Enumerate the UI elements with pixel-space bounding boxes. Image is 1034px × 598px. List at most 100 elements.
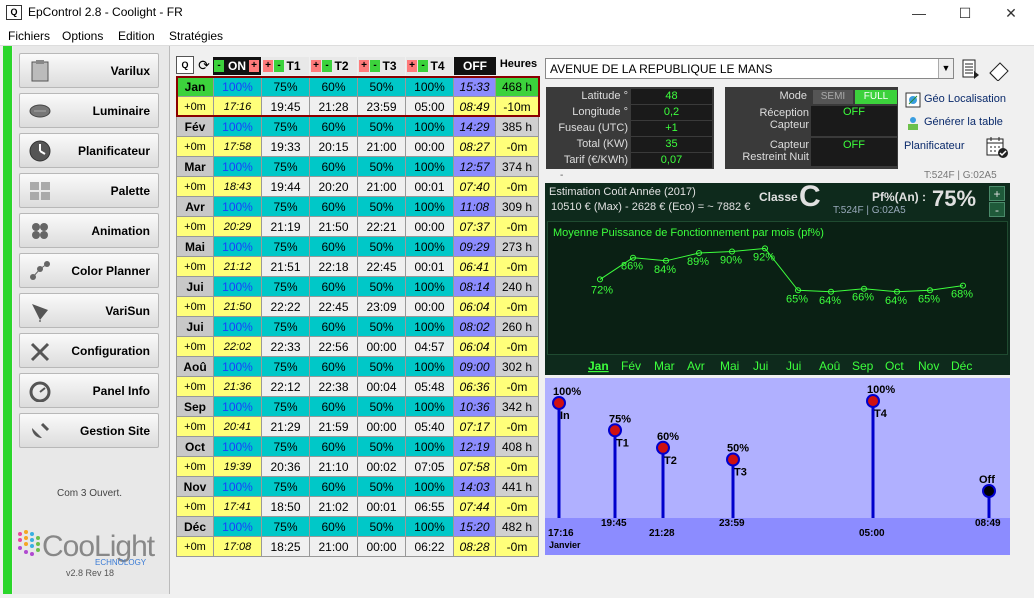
chevron-down-icon[interactable]: ▼ xyxy=(938,59,953,78)
t2-time[interactable]: 22:45 xyxy=(309,296,358,317)
off-duration[interactable]: 09:29 xyxy=(453,236,496,257)
table-icon[interactable]: Q xyxy=(176,56,194,74)
t1-time[interactable]: 22:12 xyxy=(261,376,310,397)
t1-minus-button[interactable]: - xyxy=(274,60,284,72)
t1-pct[interactable]: 75% xyxy=(261,236,310,257)
on-time[interactable]: 20:41 xyxy=(213,416,262,437)
t2-time[interactable]: 22:38 xyxy=(309,376,358,397)
t1-time[interactable]: 18:25 xyxy=(261,536,310,557)
t4-time[interactable]: 07:05 xyxy=(405,456,454,477)
menu-strategies[interactable]: Stratégies xyxy=(169,29,223,43)
t1-plus-button[interactable]: + xyxy=(263,60,273,72)
pf-month-tick[interactable]: Mai xyxy=(720,359,739,373)
t4-pct[interactable]: 100% xyxy=(405,156,454,177)
t2-time[interactable]: 21:10 xyxy=(309,456,358,477)
off-duration[interactable]: 08:02 xyxy=(453,316,496,337)
off-time[interactable]: 08:27 xyxy=(453,136,496,157)
on-time[interactable]: 21:50 xyxy=(213,296,262,317)
address-field[interactable]: AVENUE DE LA REPUBLIQUE LE MANS xyxy=(545,58,954,79)
off-time[interactable]: 08:28 xyxy=(453,536,496,557)
t2-pct[interactable]: 60% xyxy=(309,76,358,97)
t4-pct[interactable]: 100% xyxy=(405,476,454,497)
geo-location-link[interactable]: Géo Localisation xyxy=(924,93,1006,105)
off-time[interactable]: 07:44 xyxy=(453,496,496,517)
t3-time[interactable]: 00:02 xyxy=(357,456,406,477)
t1-time[interactable]: 19:45 xyxy=(261,96,310,117)
t2-pct[interactable]: 60% xyxy=(309,356,358,377)
offset-value[interactable]: +0m xyxy=(176,416,214,437)
off-duration[interactable]: 10:36 xyxy=(453,396,496,417)
pf-month-tick[interactable]: Nov xyxy=(918,359,939,373)
t3-plus-button[interactable]: + xyxy=(359,60,369,72)
timeline-point[interactable] xyxy=(656,440,670,455)
pf-month-tick[interactable]: Sep xyxy=(852,359,874,373)
hours-offset[interactable]: -0m xyxy=(495,376,539,397)
planificateur-link[interactable]: Planificateur xyxy=(904,140,965,152)
t3-pct[interactable]: 50% xyxy=(357,476,406,497)
t1-pct[interactable]: 75% xyxy=(261,116,310,137)
t2-pct[interactable]: 60% xyxy=(309,316,358,337)
t2-time[interactable]: 21:59 xyxy=(309,416,358,437)
t1-time[interactable]: 19:33 xyxy=(261,136,310,157)
t4-time[interactable]: 06:22 xyxy=(405,536,454,557)
t2-time[interactable]: 21:02 xyxy=(309,496,358,517)
t4-pct[interactable]: 100% xyxy=(405,236,454,257)
on-time[interactable]: 17:08 xyxy=(213,536,262,557)
t3-time[interactable]: 22:45 xyxy=(357,256,406,277)
t2-minus-button[interactable]: - xyxy=(322,60,332,72)
off-time[interactable]: 07:37 xyxy=(453,216,496,237)
pf-month-tick[interactable]: Oct xyxy=(885,359,904,373)
pf-month-tick[interactable]: Avr xyxy=(687,359,705,373)
offset-value[interactable]: +0m xyxy=(176,336,214,357)
off-time[interactable]: 06:36 xyxy=(453,376,496,397)
on-time[interactable]: 17:16 xyxy=(213,96,262,117)
t3-pct[interactable]: 50% xyxy=(357,236,406,257)
t4-time[interactable]: 00:00 xyxy=(405,296,454,317)
on-time[interactable]: 17:41 xyxy=(213,496,262,517)
timeline-point[interactable] xyxy=(608,423,622,438)
geo-value[interactable]: 0,07 xyxy=(631,153,712,168)
t4-pct[interactable]: 100% xyxy=(405,436,454,457)
t4-time[interactable]: 06:55 xyxy=(405,496,454,517)
geo-value[interactable]: +1 xyxy=(631,121,712,136)
t2-pct[interactable]: 60% xyxy=(309,516,358,537)
t2-time[interactable]: 22:18 xyxy=(309,256,358,277)
on-pct[interactable]: 100% xyxy=(213,396,262,417)
offset-value[interactable]: +0m xyxy=(176,296,214,317)
t1-pct[interactable]: 75% xyxy=(261,436,310,457)
on-time[interactable]: 21:12 xyxy=(213,256,262,277)
on-pct[interactable]: 100% xyxy=(213,476,262,497)
nav-varisun-button[interactable]: VariSun xyxy=(19,293,159,328)
t1-pct[interactable]: 75% xyxy=(261,396,310,417)
t1-pct[interactable]: 75% xyxy=(261,276,310,297)
pf-month-tick[interactable]: Mar xyxy=(654,359,675,373)
timeline-point[interactable] xyxy=(726,452,740,467)
off-time[interactable]: 08:49 xyxy=(453,96,496,117)
t3-pct[interactable]: 50% xyxy=(357,316,406,337)
offset-value[interactable]: +0m xyxy=(176,136,214,157)
t4-pct[interactable]: 100% xyxy=(405,196,454,217)
nav-configuration-button[interactable]: Configuration xyxy=(19,333,159,368)
pf-month-tick[interactable]: Jan xyxy=(588,359,609,373)
nav-animation-button[interactable]: Animation xyxy=(19,213,159,248)
t1-time[interactable]: 21:19 xyxy=(261,216,310,237)
t2-pct[interactable]: 60% xyxy=(309,116,358,137)
t3-pct[interactable]: 50% xyxy=(357,516,406,537)
t3-time[interactable]: 21:00 xyxy=(357,136,406,157)
export-table-icon[interactable] xyxy=(960,57,984,81)
t1-time[interactable]: 22:33 xyxy=(261,336,310,357)
mode-semi-button[interactable]: SEMI xyxy=(813,90,853,104)
offset-value[interactable]: +0m xyxy=(176,456,214,477)
geo-value[interactable]: 0,2 xyxy=(631,105,712,120)
hours-offset[interactable]: -0m xyxy=(495,536,539,557)
geo-value[interactable]: 35 xyxy=(631,137,712,152)
t1-pct[interactable]: 75% xyxy=(261,156,310,177)
hours-offset[interactable]: -0m xyxy=(495,176,539,197)
t2-pct[interactable]: 60% xyxy=(309,476,358,497)
t3-time[interactable]: 00:00 xyxy=(357,416,406,437)
hours-offset[interactable]: -0m xyxy=(495,416,539,437)
t1-time[interactable]: 22:22 xyxy=(261,296,310,317)
maximize-button[interactable]: ☐ xyxy=(942,0,988,26)
t2-plus-button[interactable]: + xyxy=(311,60,321,72)
t3-pct[interactable]: 50% xyxy=(357,156,406,177)
